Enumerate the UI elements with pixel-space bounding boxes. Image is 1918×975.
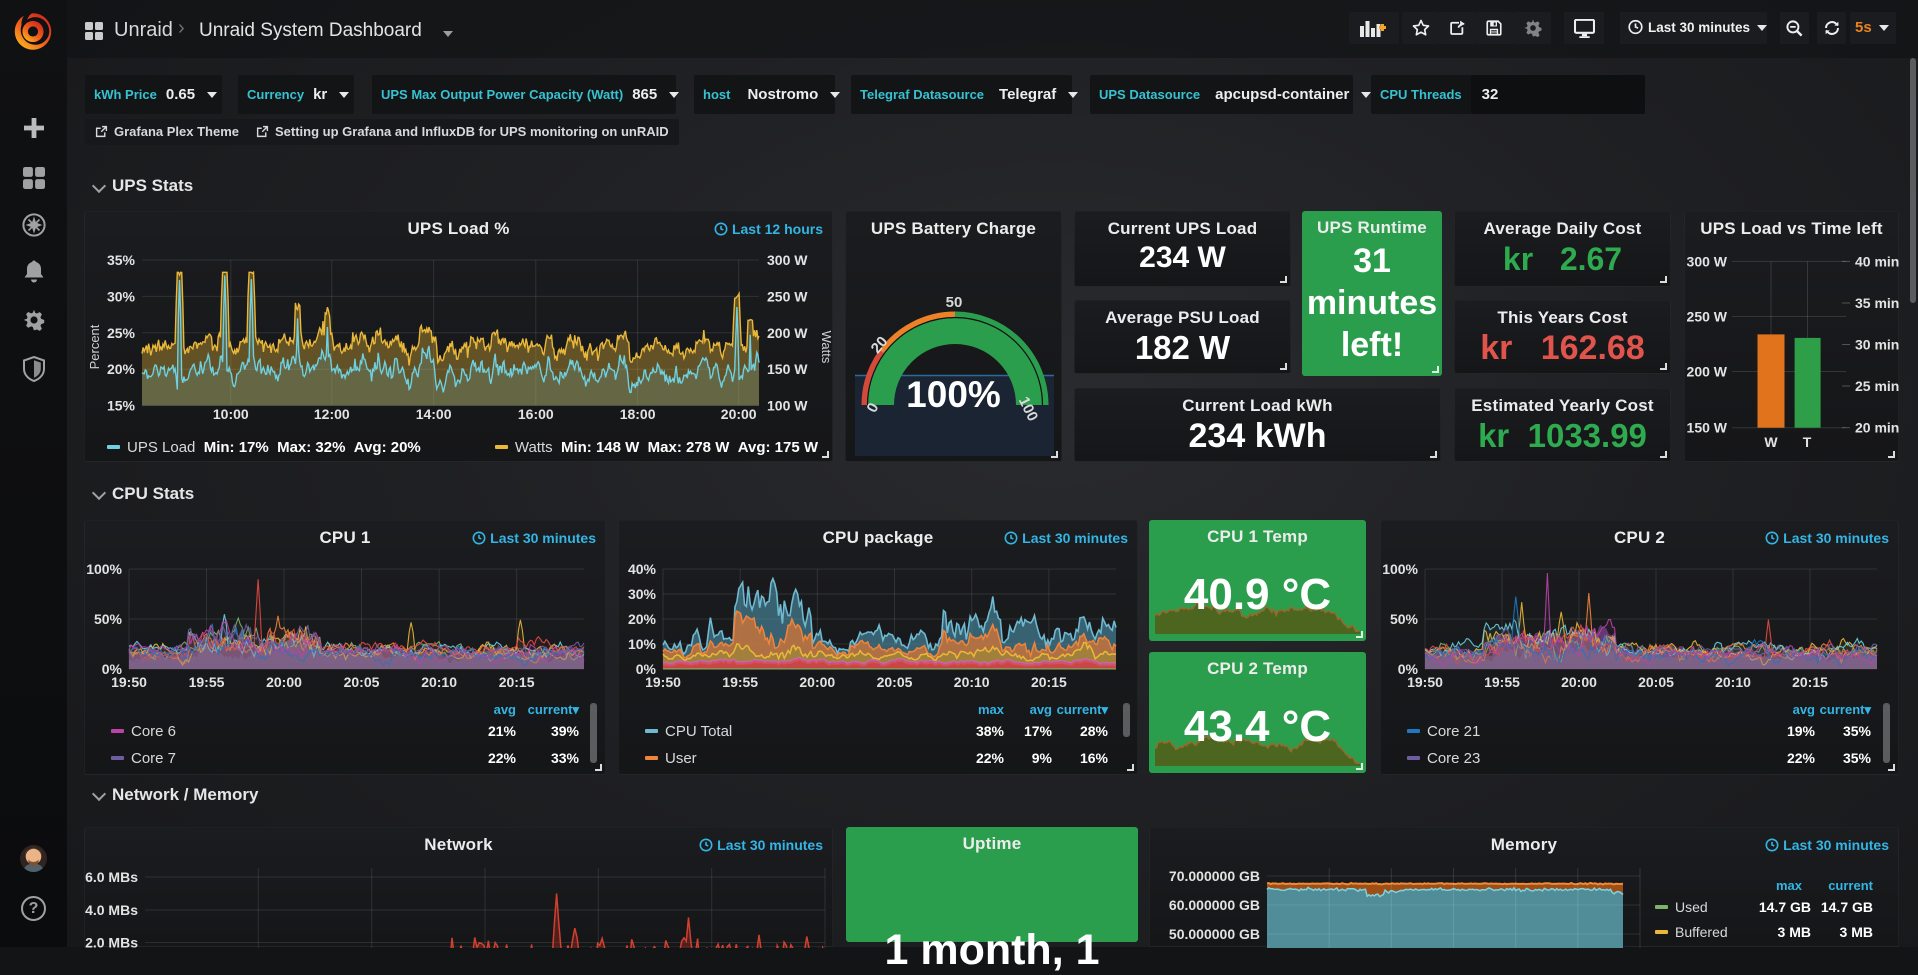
svg-text:70.000000 GB: 70.000000 GB (1169, 868, 1260, 884)
svg-text:20%: 20% (628, 611, 657, 627)
svg-text:300 W: 300 W (767, 252, 808, 268)
svg-text:300 W: 300 W (1687, 253, 1728, 269)
svg-text:40 min: 40 min (1855, 253, 1899, 269)
svg-text:19:55: 19:55 (189, 674, 225, 690)
svg-text:25 min: 25 min (1855, 378, 1899, 394)
svg-text:2.0 MBs: 2.0 MBs (85, 935, 138, 949)
svg-text:10:00: 10:00 (213, 406, 249, 422)
svg-text:W: W (1764, 434, 1778, 450)
svg-text:20:00: 20:00 (721, 406, 757, 422)
svg-text:20:15: 20:15 (499, 674, 535, 690)
svg-text:20:15: 20:15 (1031, 674, 1067, 690)
svg-text:10%: 10% (628, 636, 657, 652)
svg-text:20:00: 20:00 (1561, 674, 1597, 690)
svg-text:20:10: 20:10 (421, 674, 457, 690)
svg-text:30%: 30% (628, 586, 657, 602)
svg-text:200 W: 200 W (1687, 364, 1728, 380)
svg-text:20:05: 20:05 (1638, 674, 1674, 690)
svg-text:16:00: 16:00 (518, 406, 554, 422)
svg-text:6.0 MBs: 6.0 MBs (85, 869, 138, 885)
svg-text:20:15: 20:15 (1792, 674, 1828, 690)
svg-text:35 min: 35 min (1855, 295, 1899, 311)
svg-text:20:10: 20:10 (1715, 674, 1751, 690)
svg-text:20 min: 20 min (1855, 420, 1899, 436)
svg-text:Watts: Watts (819, 331, 834, 364)
svg-text:18:00: 18:00 (620, 406, 656, 422)
svg-text:20:05: 20:05 (877, 674, 913, 690)
svg-text:19:55: 19:55 (1484, 674, 1520, 690)
svg-text:T: T (1803, 434, 1812, 450)
svg-text:50%: 50% (94, 611, 123, 627)
svg-text:20%: 20% (107, 361, 136, 377)
svg-text:50.000000 GB: 50.000000 GB (1169, 926, 1260, 942)
svg-text:19:50: 19:50 (645, 674, 681, 690)
svg-text:150 W: 150 W (1687, 420, 1728, 436)
svg-text:250 W: 250 W (767, 288, 808, 304)
svg-text:35%: 35% (107, 252, 136, 268)
svg-text:100 W: 100 W (767, 398, 808, 414)
svg-text:14:00: 14:00 (416, 406, 452, 422)
svg-text:150 W: 150 W (767, 361, 808, 377)
svg-text:40%: 40% (628, 561, 657, 577)
svg-text:30%: 30% (107, 288, 136, 304)
svg-text:20:00: 20:00 (799, 674, 835, 690)
svg-text:15%: 15% (107, 398, 136, 414)
svg-text:20:10: 20:10 (954, 674, 990, 690)
svg-text:19:55: 19:55 (722, 674, 758, 690)
svg-text:50%: 50% (1390, 611, 1419, 627)
svg-text:100%: 100% (86, 561, 122, 577)
svg-text:Percent: Percent (87, 324, 102, 369)
svg-text:200 W: 200 W (767, 325, 808, 341)
svg-text:50: 50 (946, 294, 963, 311)
svg-text:30 min: 30 min (1855, 337, 1899, 353)
svg-text:250 W: 250 W (1687, 309, 1728, 325)
svg-text:100%: 100% (1382, 561, 1418, 577)
svg-text:20:05: 20:05 (344, 674, 380, 690)
svg-text:19:50: 19:50 (1407, 674, 1443, 690)
svg-text:25%: 25% (107, 325, 136, 341)
svg-text:60.000000 GB: 60.000000 GB (1169, 897, 1260, 913)
svg-text:4.0 MBs: 4.0 MBs (85, 902, 138, 918)
svg-text:12:00: 12:00 (314, 406, 350, 422)
svg-text:20:00: 20:00 (266, 674, 302, 690)
svg-text:19:50: 19:50 (111, 674, 147, 690)
